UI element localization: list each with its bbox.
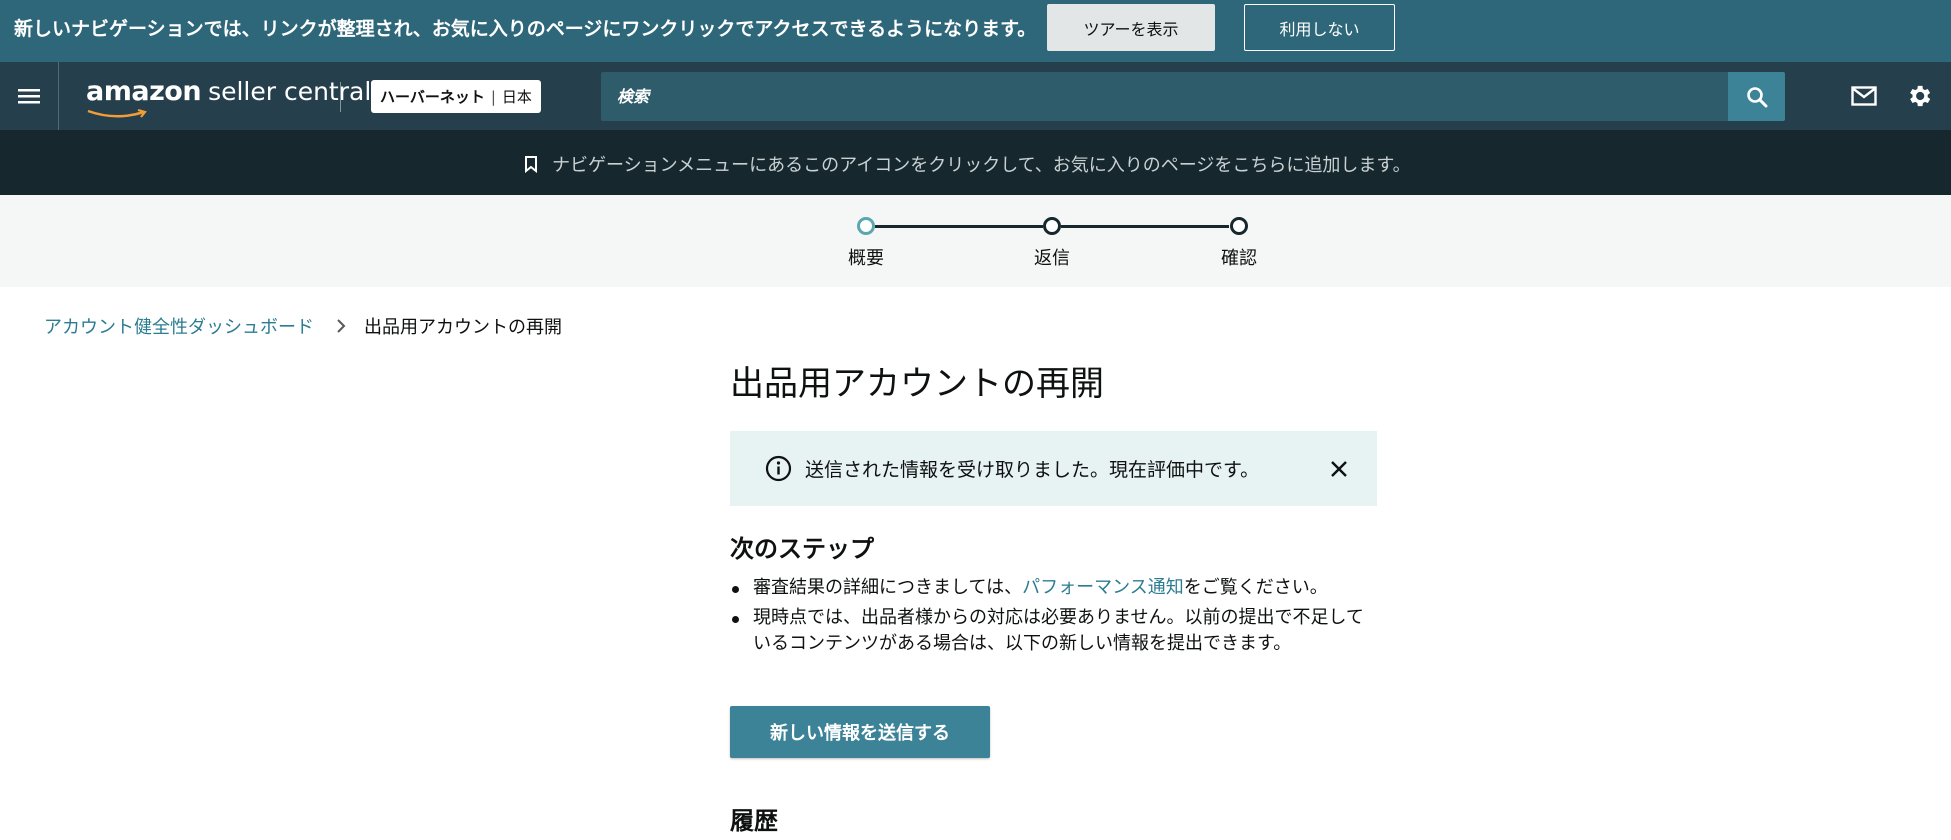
account-name: ハーバーネット bbox=[380, 88, 485, 106]
top-header: amazon seller central ハーバーネット | 日本 bbox=[0, 62, 1951, 130]
next-steps-heading: 次のステップ bbox=[730, 535, 874, 563]
close-alert-button[interactable] bbox=[1327, 457, 1351, 481]
list-item: 現時点では、出品者様からの対応は必要ありません。以前の提出で不足しているコンテン… bbox=[730, 605, 1377, 657]
search-button[interactable] bbox=[1728, 72, 1785, 121]
seller-central-logo[interactable]: amazon seller central bbox=[86, 76, 372, 118]
logo-suffix-text: seller central bbox=[208, 77, 372, 106]
menu-icon bbox=[18, 89, 40, 104]
item1-suffix: をご覧ください。 bbox=[1183, 577, 1328, 598]
search-box bbox=[601, 72, 1728, 121]
logo-amazon-text: amazon bbox=[86, 76, 202, 107]
list-item: 審査結果の詳細につきましては、パフォーマンス通知をご覧ください。 bbox=[730, 575, 1377, 601]
next-steps-list: 審査結果の詳細につきましては、パフォーマンス通知をご覧ください。 現時点では、出… bbox=[730, 575, 1377, 661]
bookmark-icon bbox=[525, 156, 537, 173]
step-indicator-confirm bbox=[1230, 217, 1248, 235]
search-icon bbox=[1746, 86, 1767, 107]
close-icon bbox=[1331, 461, 1347, 477]
account-switcher[interactable]: ハーバーネット | 日本 bbox=[371, 80, 541, 113]
progress-stepper: 概要 返信 確認 bbox=[0, 195, 1951, 287]
step-label-reply: 返信 bbox=[1034, 248, 1070, 269]
item1-prefix: 審査結果の詳細につきましては、 bbox=[753, 577, 1023, 598]
step-label-overview: 概要 bbox=[848, 248, 884, 269]
chevron-right-icon bbox=[336, 318, 346, 334]
breadcrumb-link-account-health[interactable]: アカウント健全性ダッシュボード bbox=[44, 313, 314, 339]
submit-new-info-button[interactable]: 新しい情報を送信する bbox=[730, 706, 990, 758]
favorites-hint-text: ナビゲーションメニューにあるこのアイコンをクリックして、お気に入りのページをこち… bbox=[552, 155, 1411, 176]
alert-message: 送信された情報を受け取りました。現在評価中です。 bbox=[805, 459, 1260, 481]
step-indicator-overview bbox=[857, 217, 875, 235]
performance-notifications-link[interactable]: パフォーマンス通知 bbox=[1022, 577, 1184, 598]
menu-button[interactable] bbox=[0, 62, 59, 130]
info-icon bbox=[765, 455, 792, 482]
mail-icon bbox=[1851, 86, 1877, 106]
settings-button[interactable] bbox=[1904, 81, 1934, 111]
logo-divider bbox=[340, 82, 341, 112]
step-label-confirm: 確認 bbox=[1221, 248, 1257, 269]
breadcrumb-current: 出品用アカウントの再開 bbox=[364, 317, 562, 338]
breadcrumb: アカウント健全性ダッシュボード 出品用アカウントの再開 bbox=[44, 313, 562, 339]
main-content: 出品用アカウントの再開 送信された情報を受け取りました。現在評価中です。 次のス… bbox=[730, 360, 1377, 835]
step-indicator-reply bbox=[1043, 217, 1061, 235]
history-heading: 履歴 bbox=[730, 807, 778, 835]
account-divider: | bbox=[490, 87, 496, 106]
page-title: 出品用アカウントの再開 bbox=[730, 364, 1104, 404]
favorites-hint-bar: ナビゲーションメニューにあるこのアイコンをクリックして、お気に入りのページをこち… bbox=[0, 130, 1951, 195]
step-connector bbox=[875, 225, 1043, 228]
announcement-bar: 新しいナビゲーションでは、リンクが整理され、お気に入りのページにワンクリックでア… bbox=[0, 0, 1951, 62]
amazon-smile-icon bbox=[87, 108, 147, 118]
info-alert: 送信された情報を受け取りました。現在評価中です。 bbox=[730, 431, 1377, 506]
gear-icon bbox=[1910, 85, 1931, 107]
search-input[interactable] bbox=[601, 72, 1728, 121]
announcement-text: 新しいナビゲーションでは、リンクが整理され、お気に入りのページにワンクリックでア… bbox=[14, 18, 1037, 40]
step-connector bbox=[1061, 225, 1229, 228]
view-tour-button[interactable]: ツアーを表示 bbox=[1047, 4, 1215, 51]
opt-out-button[interactable]: 利用しない bbox=[1244, 4, 1395, 51]
messages-button[interactable] bbox=[1850, 83, 1878, 109]
account-region: 日本 bbox=[501, 88, 532, 106]
